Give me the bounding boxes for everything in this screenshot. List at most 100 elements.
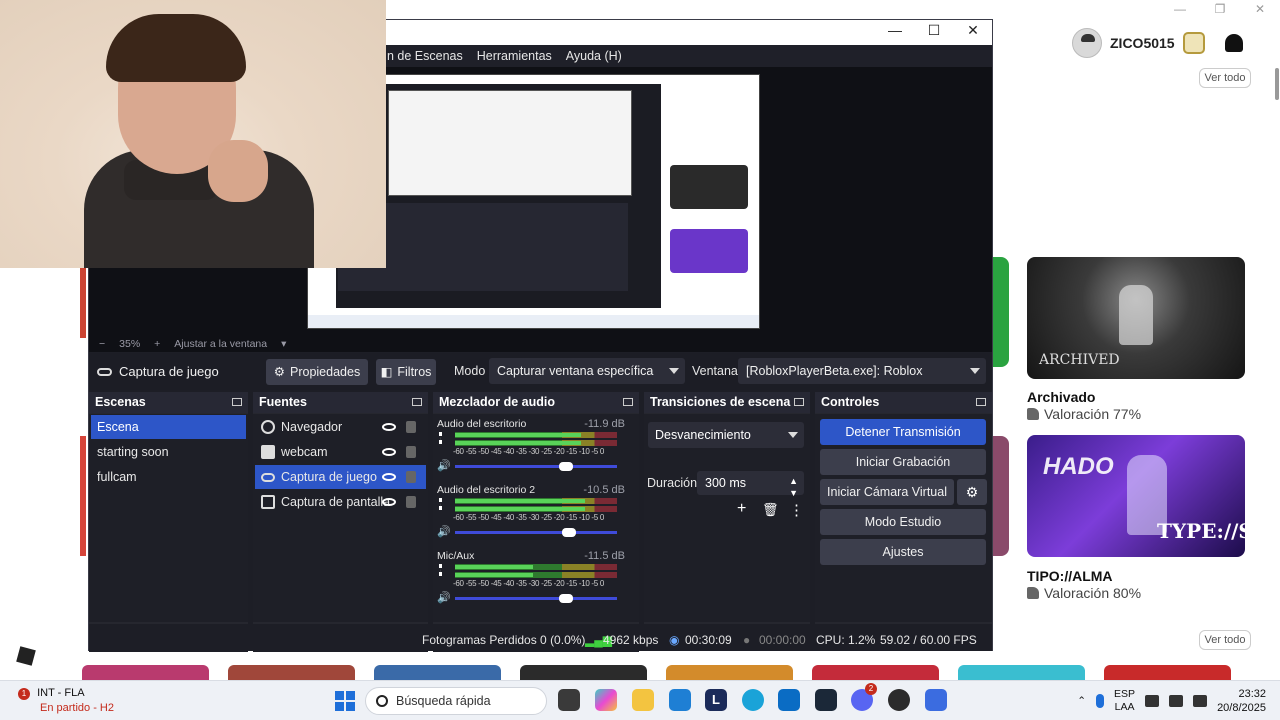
- eye-icon[interactable]: [382, 423, 396, 431]
- source-item[interactable]: webcam: [255, 440, 426, 464]
- source-item[interactable]: Captura de pantalla: [255, 490, 426, 514]
- volume-slider[interactable]: [455, 594, 617, 603]
- undock-icon[interactable]: [412, 398, 422, 406]
- username[interactable]: ZICO5015: [1110, 35, 1175, 51]
- filters-button[interactable]: ◧ Filtros: [376, 358, 436, 385]
- microphone-icon[interactable]: [1096, 694, 1105, 708]
- app-l-icon[interactable]: L: [705, 689, 727, 711]
- scene-item[interactable]: starting soon: [91, 440, 246, 464]
- close-icon[interactable]: ✕: [1240, 0, 1280, 20]
- roblox-studio-icon[interactable]: [925, 689, 947, 711]
- minimize-icon[interactable]: —: [1160, 0, 1200, 20]
- volume-slider[interactable]: [455, 462, 617, 471]
- more-options-icon[interactable]: [439, 432, 442, 444]
- game-thumbnail-tipo-alma[interactable]: HADO TYPE://SOUL: [1027, 435, 1245, 557]
- zoom-out-button[interactable]: −: [99, 338, 105, 350]
- wifi-icon[interactable]: [1145, 695, 1160, 707]
- window-select[interactable]: [RobloxPlayerBeta.exe]: Roblox: [738, 358, 986, 384]
- roblox-logo-icon[interactable]: [16, 646, 36, 666]
- source-item[interactable]: Captura de juego: [255, 465, 426, 489]
- speaker-icon[interactable]: 🔊: [437, 527, 451, 538]
- eye-icon[interactable]: [382, 448, 396, 456]
- settings-button[interactable]: Ajustes: [820, 539, 986, 565]
- studio-mode-button[interactable]: Modo Estudio: [820, 509, 986, 535]
- speaker-icon[interactable]: 🔊: [437, 593, 451, 604]
- close-icon[interactable]: ✕: [953, 22, 993, 39]
- start-virtual-camera-button[interactable]: Iniciar Cámara Virtual: [820, 479, 954, 505]
- game-title[interactable]: TIPO://ALMA: [1027, 568, 1113, 584]
- volume-knob[interactable]: [559, 462, 573, 471]
- zoom-in-button[interactable]: +: [154, 338, 160, 350]
- menu-scene-collection[interactable]: n de Escenas: [387, 49, 463, 63]
- user-profile[interactable]: ZICO5015: [1072, 28, 1243, 58]
- fit-to-window-button[interactable]: Ajustar a la ventana: [174, 338, 267, 350]
- language-indicator[interactable]: ESP LAA: [1114, 688, 1135, 714]
- menu-help[interactable]: Ayuda (H): [566, 49, 622, 63]
- volume-knob[interactable]: [559, 594, 573, 603]
- undock-icon[interactable]: [976, 398, 986, 406]
- see-all-button[interactable]: Ver todo: [1199, 630, 1251, 650]
- source-label: Navegador: [281, 420, 343, 434]
- speaker-icon[interactable]: 🔊: [437, 461, 451, 472]
- properties-button[interactable]: ⚙ Propiedades: [266, 358, 368, 385]
- eye-icon[interactable]: [382, 473, 396, 481]
- menu-tools[interactable]: Herramientas: [477, 49, 552, 63]
- undock-icon[interactable]: [794, 398, 804, 406]
- outlook-icon[interactable]: [778, 689, 800, 711]
- restore-icon[interactable]: ❐: [1200, 0, 1240, 20]
- scene-item[interactable]: fullcam: [91, 465, 246, 489]
- undock-icon[interactable]: [623, 398, 633, 406]
- transition-select[interactable]: Desvanecimiento: [648, 422, 804, 448]
- robux-icon[interactable]: [1182, 32, 1205, 54]
- minimize-icon[interactable]: —: [875, 22, 915, 38]
- bell-icon[interactable]: [1224, 34, 1243, 52]
- mode-select[interactable]: Capturar ventana específica: [489, 358, 685, 384]
- discord-icon[interactable]: 2: [851, 683, 877, 711]
- clock[interactable]: 23:32 20/8/2025: [1217, 687, 1266, 715]
- start-recording-button[interactable]: Iniciar Grabación: [820, 449, 986, 475]
- edge-icon[interactable]: [742, 689, 764, 711]
- volume-slider[interactable]: [455, 528, 617, 537]
- lock-icon[interactable]: [406, 421, 416, 433]
- mixer-channel: Mic/Aux -11.5 dB -60 -55 -50 -45 -40 -35…: [433, 546, 639, 612]
- avatar[interactable]: [1072, 28, 1102, 58]
- volume-knob[interactable]: [562, 528, 576, 537]
- battery-icon[interactable]: [1193, 695, 1208, 707]
- lock-icon[interactable]: [406, 446, 416, 458]
- taskbar-search[interactable]: Búsqueda rápida: [365, 687, 547, 715]
- more-options-icon[interactable]: [439, 564, 442, 576]
- windows-start-icon[interactable]: [335, 691, 355, 711]
- scene-item[interactable]: Escena: [91, 415, 246, 439]
- task-view-icon[interactable]: [558, 689, 580, 711]
- virtual-camera-settings-button[interactable]: ⚙: [957, 479, 987, 505]
- camera-icon: [261, 445, 275, 459]
- lock-icon[interactable]: [406, 496, 416, 508]
- source-item[interactable]: Navegador: [255, 415, 426, 439]
- undock-icon[interactable]: [232, 398, 242, 406]
- game-thumbnail-archivado[interactable]: ARCHIVED: [1027, 257, 1245, 379]
- store-icon[interactable]: [669, 689, 691, 711]
- stop-stream-button[interactable]: Detener Transmisión: [820, 419, 986, 445]
- eye-icon[interactable]: [382, 498, 396, 506]
- see-all-button[interactable]: Ver todo: [1199, 68, 1251, 88]
- file-explorer-icon[interactable]: [632, 689, 654, 711]
- more-options-icon[interactable]: [439, 498, 442, 510]
- add-icon[interactable]: +: [737, 500, 746, 518]
- obs-icon[interactable]: [888, 689, 910, 711]
- chevron-down-icon[interactable]: ▾: [281, 338, 286, 350]
- duration-input[interactable]: 300 ms ▲ ▼: [697, 471, 804, 498]
- lock-icon[interactable]: [406, 471, 416, 483]
- game-title[interactable]: Archivado: [1027, 389, 1095, 405]
- more-options-icon[interactable]: ⋮: [789, 501, 804, 519]
- scrollbar[interactable]: [1275, 68, 1279, 100]
- trash-icon[interactable]: 🗑: [762, 502, 779, 518]
- copilot-icon[interactable]: [595, 689, 617, 711]
- volume-icon[interactable]: [1169, 695, 1184, 707]
- steam-icon[interactable]: [815, 689, 837, 711]
- maximize-icon[interactable]: ☐: [914, 22, 954, 39]
- widget-match-score[interactable]: 1 INT - FLA En partido - H2: [18, 687, 114, 714]
- mode-label: Modo: [454, 364, 486, 378]
- chevron-up-icon[interactable]: ⌃: [1077, 695, 1086, 707]
- mode-value: Capturar ventana específica: [497, 364, 654, 378]
- transition-value: Desvanecimiento: [655, 428, 751, 442]
